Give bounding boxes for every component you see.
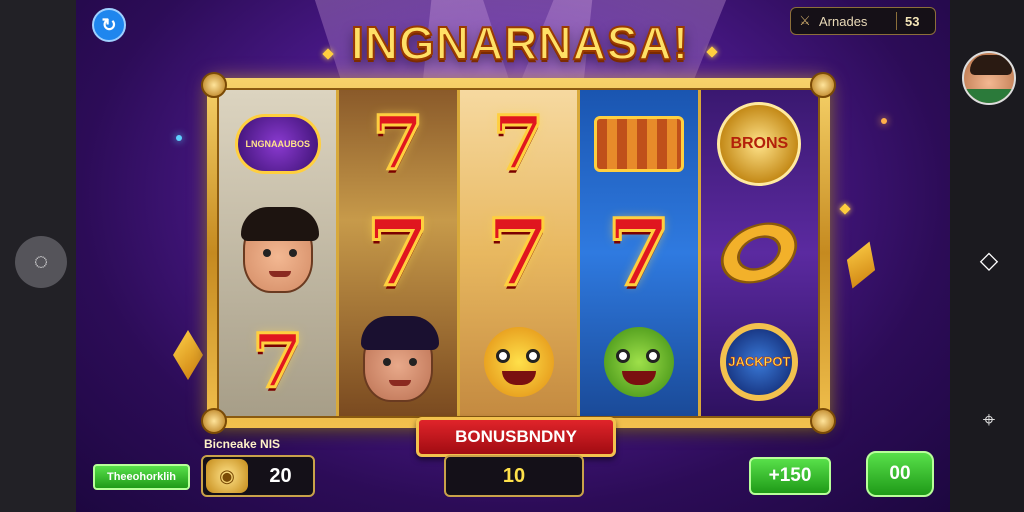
bet-value: 20 [269,464,292,487]
game-title: INGNARNASA! [350,16,690,70]
player-name: Arnades [819,13,868,29]
reel-3: 7 7 [459,90,581,416]
add-coins-button[interactable]: +150 [749,457,831,495]
reel-5: BRONS JACKPOT [700,90,819,416]
green-goblin-icon [603,326,674,397]
reels: LNGNAAUBOS 7 7 7 7 7 7 BRONS JACKPOT [217,88,820,418]
reel-symbol [713,209,805,297]
fruit-basket-icon [593,116,684,173]
badge-label: LNGNAAUBOS [245,139,310,150]
seven-symbol: 7 [491,101,545,188]
gold-ring-icon [714,213,804,293]
seven-symbol: 7 [605,198,672,307]
player-info[interactable]: ⚔ Arnades 53 [790,7,936,35]
reel-symbol: 7 [232,318,324,406]
tag-button[interactable]: Theeohorklih [93,464,190,490]
app-menu-icon[interactable]: ↻ [92,8,126,42]
reel-4: 7 [580,90,701,416]
reel-2: 7 7 [339,90,460,416]
reel-symbol [593,318,685,406]
bonus-banner: BONUSBNDNY [416,417,616,457]
game-screen: ↻ INGNARNASA! ⚔ Arnades 53 LNGNAAUBOS 7 … [0,0,1024,512]
cat-eared-man-icon [361,315,440,402]
frame-corner-ornament [201,408,227,434]
win-display: 10 [444,455,584,497]
reel-symbol: 7 [352,198,444,307]
reel-symbol [352,315,444,406]
coin-stack-icon: ◉ [206,459,248,493]
reel-symbol [593,100,685,188]
medal-label: JACKPOT [728,354,791,370]
reel-symbol: LNGNAAUBOS [232,100,324,188]
increase-label: Bicneake NIS [204,437,281,451]
crosshair-icon[interactable]: ⌖ [976,407,1002,433]
slot-machine-frame: LNGNAAUBOS 7 7 7 7 7 7 BRONS JACKPOT [201,72,836,434]
reel-symbol: 7 [352,100,444,188]
reel-symbol: 7 [473,100,565,188]
frame-corner-ornament [810,72,836,98]
sparkle [839,203,851,215]
reel-symbol [232,206,324,297]
reel-1: LNGNAAUBOS 7 [219,90,340,416]
seven-symbol: 7 [371,101,425,188]
divider [896,12,897,30]
glow-dot [176,135,182,141]
bonus-coin-icon: BRONS [717,102,802,187]
reel-symbol: JACKPOT [713,318,805,406]
reel-symbol: BRONS [713,100,805,188]
player-icon: ⚔ [799,13,811,28]
left-gold-gem [173,330,203,380]
seven-symbol: 7 [250,318,304,405]
sparkle [706,46,718,58]
bet-display[interactable]: ◉ 20 [201,455,315,497]
reel-symbol: 7 [593,198,685,307]
bonus-coin-label: BRONS [730,135,789,153]
back-circle-button[interactable]: ◌ [15,236,67,288]
reel-symbol [473,318,565,406]
spin-button[interactable]: 00 [866,451,934,497]
frame-corner-ornament [201,72,227,98]
right-gold-gem [838,236,883,293]
heart-gem-badge-icon: LNGNAAUBOS [234,114,321,175]
jackpot-medal-icon: JACKPOT [720,322,799,401]
yellow-monster-icon [483,326,554,397]
glow-dot [881,118,887,124]
reel-symbol: 7 [473,198,565,307]
avatar[interactable] [962,51,1016,105]
seven-symbol: 7 [365,198,432,307]
frame-corner-ornament [810,408,836,434]
diamond-icon[interactable]: ◇ [976,247,1002,274]
player-score: 53 [905,13,920,29]
man-face-icon [240,206,319,293]
seven-symbol: 7 [485,198,552,307]
